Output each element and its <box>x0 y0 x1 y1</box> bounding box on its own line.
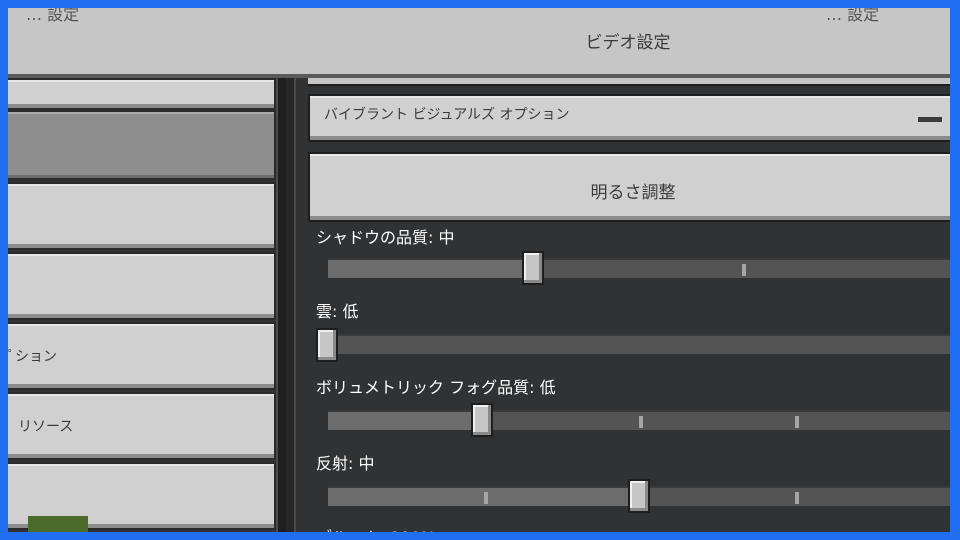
sidebar-item-3[interactable] <box>8 252 276 320</box>
volumetric-fog-quality-handle[interactable] <box>471 403 493 437</box>
sidebar-item-0[interactable] <box>8 78 276 110</box>
header-bar: … 設定 ビデオ設定 … 設定 <box>8 8 950 78</box>
slider-fill <box>328 412 484 430</box>
settings-window: … 設定 ビデオ設定 … 設定 ﾟション リソース バイブラント ビジュアルズ … <box>8 8 950 532</box>
header-peek-right: … 設定 <box>826 8 880 24</box>
main-scroll-divider <box>286 78 296 532</box>
bloom-label: ブルーム: 100% <box>316 524 436 532</box>
volumetric-fog-quality-slider[interactable] <box>328 410 950 430</box>
slider-tick <box>639 416 643 428</box>
video-settings-panel: バイブラント ビジュアルズ オプション 明るさ調整 シャドウの品質: 中 雲: … <box>296 78 950 532</box>
sidebar-item-selected[interactable] <box>8 110 276 180</box>
reflections-label: 反射: 中 <box>316 454 375 473</box>
clouds-handle[interactable] <box>316 328 338 362</box>
sidebar-item-resources[interactable]: リソース <box>8 392 276 460</box>
brightness-button[interactable]: 明るさ調整 <box>308 152 950 222</box>
clouds-slider[interactable] <box>320 334 950 354</box>
sidebar-item-options[interactable]: ﾟション <box>8 322 276 390</box>
collapse-icon <box>918 117 942 122</box>
previous-item-edge <box>308 78 950 86</box>
shadow-quality-slider[interactable] <box>328 258 950 278</box>
slider-tick <box>741 264 746 276</box>
header-peek-left: … 設定 <box>26 8 80 24</box>
clouds-label: 雲: 低 <box>316 302 359 321</box>
sidebar-item-label: リソース <box>18 419 74 435</box>
sidebar-bottom-icon <box>28 516 88 532</box>
shadow-quality-handle[interactable] <box>522 251 544 285</box>
reflections-handle[interactable] <box>628 479 650 513</box>
page-title: ビデオ設定 <box>585 33 671 53</box>
sidebar-item-2[interactable] <box>8 182 276 250</box>
shadow-quality-label: シャドウの品質: 中 <box>316 228 455 247</box>
volumetric-fog-quality-label: ボリュメトリック フォグ品質: 低 <box>316 378 556 397</box>
brightness-button-label: 明るさ調整 <box>590 183 676 203</box>
slider-tick <box>794 492 799 504</box>
vibrant-visuals-options-toggle[interactable]: バイブラント ビジュアルズ オプション <box>308 94 950 142</box>
slider-fill <box>328 260 540 278</box>
slider-tick <box>483 492 488 504</box>
slider-tick <box>794 416 799 428</box>
sidebar-item-label: ﾟション <box>8 349 57 365</box>
settings-sidebar: ﾟション リソース <box>8 78 286 532</box>
vibrant-visuals-label: バイブラント ビジュアルズ オプション <box>324 107 570 123</box>
